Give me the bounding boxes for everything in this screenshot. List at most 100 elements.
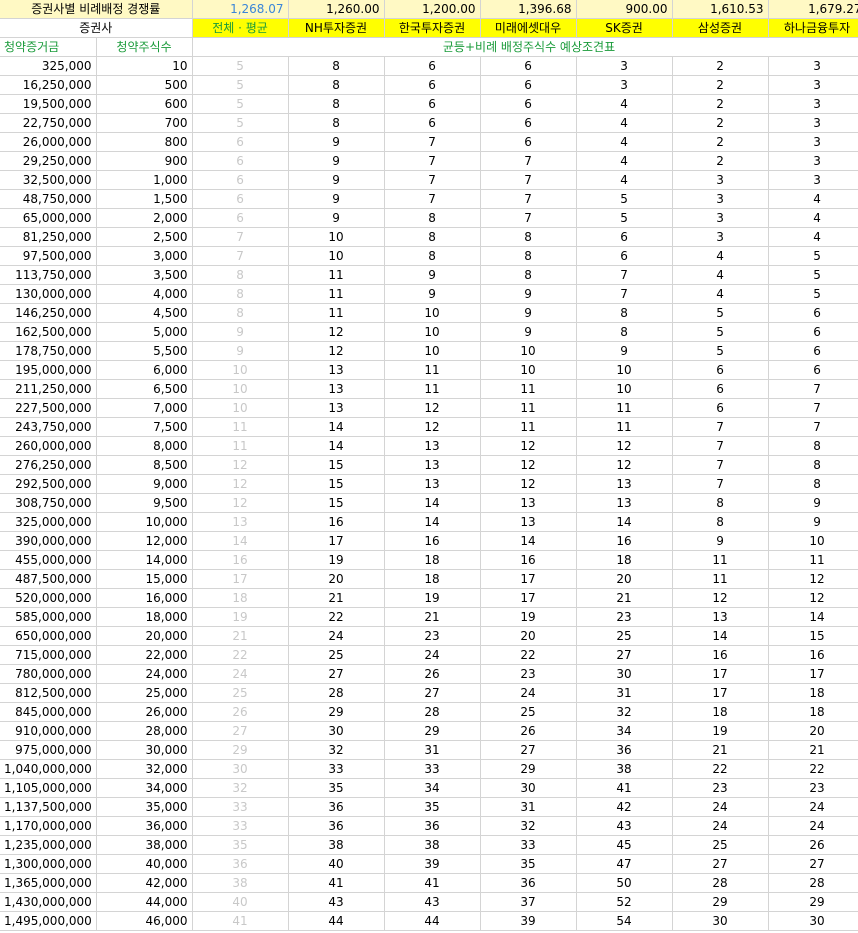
nh-cell[interactable]: 27	[288, 664, 385, 684]
nh-cell[interactable]: 15	[288, 455, 385, 475]
samsung-cell[interactable]: 19	[672, 721, 769, 741]
deposit-cell[interactable]: 260,000,000	[0, 436, 97, 456]
hana-cell[interactable]: 4	[768, 208, 858, 228]
samsung-cell[interactable]: 11	[672, 569, 769, 589]
hana-cell[interactable]: 18	[768, 683, 858, 703]
samsung-cell[interactable]: 2	[672, 56, 769, 76]
samsung-cell[interactable]: 30	[672, 911, 769, 931]
mirae-cell[interactable]: 29	[480, 759, 577, 779]
samsung-cell[interactable]: 6	[672, 379, 769, 399]
deposit-cell[interactable]: 97,500,000	[0, 246, 97, 266]
nh-cell[interactable]: 43	[288, 892, 385, 912]
sk-cell[interactable]: 27	[576, 645, 673, 665]
korea-cell[interactable]: 9	[384, 284, 481, 304]
mirae-cell[interactable]: 23	[480, 664, 577, 684]
avg-cell[interactable]: 10	[192, 379, 289, 399]
samsung-cell[interactable]: 11	[672, 550, 769, 570]
sk-cell[interactable]: 23	[576, 607, 673, 627]
sk-cell[interactable]: 6	[576, 227, 673, 247]
sk-cell[interactable]: 10	[576, 379, 673, 399]
sk-cell[interactable]: 6	[576, 246, 673, 266]
mirae-cell[interactable]: 32	[480, 816, 577, 836]
avg-cell[interactable]: 8	[192, 265, 289, 285]
sk-cell[interactable]: 36	[576, 740, 673, 760]
hana-cell[interactable]: 3	[768, 170, 858, 190]
avg-cell[interactable]: 12	[192, 493, 289, 513]
korea-cell[interactable]: 38	[384, 835, 481, 855]
avg-cell[interactable]: 6	[192, 208, 289, 228]
samsung-cell[interactable]: 4	[672, 265, 769, 285]
shares-cell[interactable]: 8,000	[96, 436, 193, 456]
rate-samsung[interactable]: 1,610.53	[672, 0, 769, 19]
hana-cell[interactable]: 8	[768, 455, 858, 475]
mirae-cell[interactable]: 11	[480, 417, 577, 437]
deposit-cell[interactable]: 1,170,000,000	[0, 816, 97, 836]
shares-cell[interactable]: 38,000	[96, 835, 193, 855]
sk-cell[interactable]: 45	[576, 835, 673, 855]
korea-cell[interactable]: 39	[384, 854, 481, 874]
shares-cell[interactable]: 2,000	[96, 208, 193, 228]
hana-cell[interactable]: 30	[768, 911, 858, 931]
samsung-cell[interactable]: 4	[672, 246, 769, 266]
sk-cell[interactable]: 4	[576, 170, 673, 190]
sk-cell[interactable]: 25	[576, 626, 673, 646]
deposit-cell[interactable]: 19,500,000	[0, 94, 97, 114]
deposit-cell[interactable]: 780,000,000	[0, 664, 97, 684]
sk-cell[interactable]: 21	[576, 588, 673, 608]
samsung-cell[interactable]: 7	[672, 474, 769, 494]
deposit-cell[interactable]: 1,040,000,000	[0, 759, 97, 779]
korea-cell[interactable]: 18	[384, 550, 481, 570]
sk-cell[interactable]: 7	[576, 265, 673, 285]
deposit-cell[interactable]: 650,000,000	[0, 626, 97, 646]
nh-cell[interactable]: 24	[288, 626, 385, 646]
shares-cell[interactable]: 22,000	[96, 645, 193, 665]
deposit-cell[interactable]: 292,500,000	[0, 474, 97, 494]
shares-cell[interactable]: 30,000	[96, 740, 193, 760]
hana-cell[interactable]: 4	[768, 227, 858, 247]
samsung-cell[interactable]: 2	[672, 132, 769, 152]
samsung-cell[interactable]: 22	[672, 759, 769, 779]
mirae-cell[interactable]: 37	[480, 892, 577, 912]
shares-cell[interactable]: 6,000	[96, 360, 193, 380]
shares-cell[interactable]: 700	[96, 113, 193, 133]
mirae-cell[interactable]: 35	[480, 854, 577, 874]
hana-cell[interactable]: 7	[768, 417, 858, 437]
shares-cell[interactable]: 8,500	[96, 455, 193, 475]
hana-cell[interactable]: 17	[768, 664, 858, 684]
hana-cell[interactable]: 21	[768, 740, 858, 760]
hana-cell[interactable]: 24	[768, 797, 858, 817]
deposit-cell[interactable]: 812,500,000	[0, 683, 97, 703]
sk-cell[interactable]: 4	[576, 94, 673, 114]
mirae-cell[interactable]: 13	[480, 512, 577, 532]
rate-mirae[interactable]: 1,396.68	[480, 0, 577, 19]
avg-cell[interactable]: 7	[192, 227, 289, 247]
korea-cell[interactable]: 23	[384, 626, 481, 646]
korea-cell[interactable]: 26	[384, 664, 481, 684]
hana-cell[interactable]: 6	[768, 360, 858, 380]
rate-korea[interactable]: 1,200.00	[384, 0, 481, 19]
korea-cell[interactable]: 9	[384, 265, 481, 285]
korea-cell[interactable]: 13	[384, 436, 481, 456]
table-caption[interactable]: 균등+비례 배정주식수 예상조견표	[192, 37, 858, 57]
mirae-cell[interactable]: 10	[480, 360, 577, 380]
avg-cell[interactable]: 8	[192, 284, 289, 304]
avg-cell[interactable]: 6	[192, 151, 289, 171]
deposit-cell[interactable]: 22,750,000	[0, 113, 97, 133]
mirae-cell[interactable]: 24	[480, 683, 577, 703]
nh-cell[interactable]: 15	[288, 493, 385, 513]
shares-cell[interactable]: 4,500	[96, 303, 193, 323]
sk-cell[interactable]: 30	[576, 664, 673, 684]
nh-cell[interactable]: 28	[288, 683, 385, 703]
avg-cell[interactable]: 33	[192, 816, 289, 836]
deposit-cell[interactable]: 48,750,000	[0, 189, 97, 209]
hana-cell[interactable]: 22	[768, 759, 858, 779]
avg-cell[interactable]: 11	[192, 436, 289, 456]
nh-cell[interactable]: 41	[288, 873, 385, 893]
avg-cell[interactable]: 5	[192, 113, 289, 133]
avg-cell[interactable]: 9	[192, 341, 289, 361]
avg-cell[interactable]: 5	[192, 94, 289, 114]
sk-cell[interactable]: 11	[576, 417, 673, 437]
shares-cell[interactable]: 900	[96, 151, 193, 171]
nh-cell[interactable]: 44	[288, 911, 385, 931]
broker-samsung[interactable]: 삼성증권	[672, 18, 769, 38]
